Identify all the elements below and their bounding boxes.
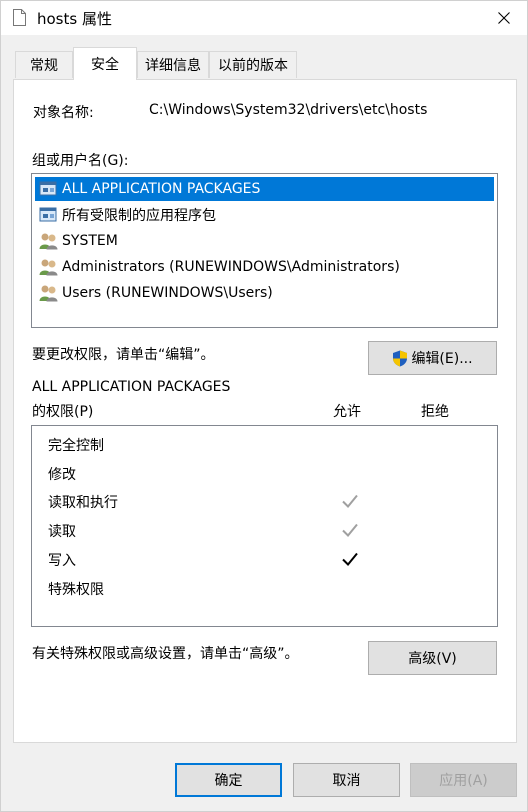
permission-name: 完全控制 — [48, 438, 104, 454]
inherited-check-icon — [342, 523, 358, 537]
explicit-check-icon — [342, 552, 358, 566]
edit-hint: 要更改权限，请单击“编辑”。 — [32, 347, 215, 363]
uac-shield-icon — [393, 350, 408, 366]
deny-column-header: 拒绝 — [421, 404, 449, 420]
permission-name: 读取 — [48, 524, 76, 540]
permission-name: 特殊权限 — [48, 582, 104, 598]
advanced-hint: 有关特殊权限或高级设置，请单击“高级”。 — [32, 646, 299, 662]
edit-button-label: 编辑(E)... — [411, 351, 473, 367]
list-item[interactable]: Administrators (RUNEWINDOWS\Administrato… — [35, 255, 494, 279]
allow-column-header: 允许 — [333, 404, 361, 420]
permissions-title: ALL APPLICATION PACKAGES — [32, 379, 231, 395]
users-group-icon — [39, 233, 58, 250]
user-name: Users (RUNEWINDOWS\Users) — [62, 285, 273, 301]
list-item[interactable]: 所有受限制的应用程序包 — [35, 203, 494, 227]
users-group-icon — [39, 285, 58, 302]
permissions-label: 的权限(P) — [32, 404, 94, 420]
cancel-button-label: 取消 — [332, 773, 361, 789]
list-item[interactable]: SYSTEM — [35, 229, 494, 253]
permission-name: 修改 — [48, 467, 76, 483]
list-item[interactable]: Users (RUNEWINDOWS\Users) — [35, 281, 494, 305]
group-list-label: 组或用户名(G): — [32, 153, 129, 169]
ok-button-label: 确定 — [214, 773, 243, 789]
apply-button[interactable]: 应用(A) — [410, 763, 517, 797]
permission-name: 读取和执行 — [48, 495, 118, 511]
permission-name: 写入 — [48, 553, 76, 569]
object-name-value: C:\Windows\System32\drivers\etc\hosts — [149, 102, 428, 118]
group-user-list[interactable]: ALL APPLICATION PACKAGES 所有受限制的应用程序包 SYS… — [31, 173, 498, 328]
user-name: ALL APPLICATION PACKAGES — [62, 181, 261, 197]
package-group-icon — [39, 181, 57, 196]
package-group-icon — [39, 207, 57, 222]
permissions-list[interactable]: 完全控制 修改 读取和执行 读取 写入 特殊权限 — [31, 425, 498, 627]
cancel-button[interactable]: 取消 — [293, 763, 400, 797]
object-name-label: 对象名称: — [33, 105, 94, 121]
users-group-icon — [39, 259, 58, 276]
properties-dialog: hosts 属性 常规 安全 详细信息 以前的版本 对象名称: C:\Windo… — [0, 0, 528, 812]
user-name: SYSTEM — [62, 233, 118, 249]
advanced-button[interactable]: 高级(V) — [368, 641, 497, 675]
edit-button[interactable]: 编辑(E)... — [368, 341, 497, 375]
ok-button[interactable]: 确定 — [175, 763, 282, 797]
apply-button-label: 应用(A) — [439, 773, 488, 789]
user-name: Administrators (RUNEWINDOWS\Administrato… — [62, 259, 400, 275]
list-item[interactable]: ALL APPLICATION PACKAGES — [35, 177, 494, 201]
user-name: 所有受限制的应用程序包 — [62, 208, 216, 224]
inherited-check-icon — [342, 494, 358, 508]
advanced-button-label: 高级(V) — [408, 651, 457, 667]
